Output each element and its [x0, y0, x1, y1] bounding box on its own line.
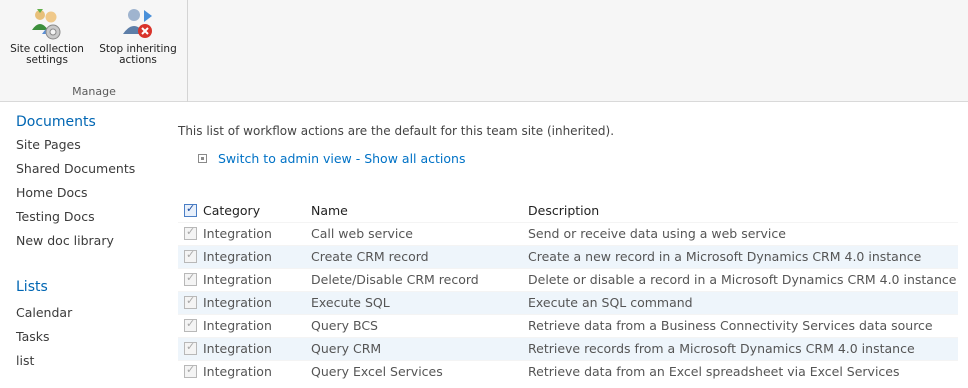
- select-all-checkbox[interactable]: [184, 202, 197, 217]
- row-name: Execute SQL: [311, 290, 528, 314]
- row-name: Delete/Disable CRM record: [311, 267, 528, 291]
- nav-item-calendar[interactable]: Calendar: [16, 305, 72, 320]
- row-category: Integration: [203, 341, 272, 356]
- switch-admin-view-label: Switch to admin view - Show all actions: [218, 151, 466, 166]
- switch-admin-view-link[interactable]: Switch to admin view - Show all actions: [198, 151, 465, 166]
- row-description: Execute an SQL command: [528, 290, 958, 314]
- header-description: Description: [528, 202, 600, 218]
- row-description: Delete or disable a record in a Microsof…: [528, 267, 958, 291]
- ribbon: Site collection settings Stop inheriting…: [0, 0, 968, 102]
- nav-item-list[interactable]: list: [16, 353, 34, 368]
- table-row: Integration Delete/Disable CRM record De…: [178, 267, 958, 291]
- expand-icon: [198, 154, 207, 163]
- row-name: Query BCS: [311, 313, 528, 337]
- row-name: Query Excel Services: [311, 359, 528, 383]
- nav-item-tasks[interactable]: Tasks: [16, 329, 50, 344]
- row-category: Integration: [203, 364, 272, 380]
- intro-text: This list of workflow actions are the de…: [178, 124, 615, 138]
- nav-item-site-pages[interactable]: Site Pages: [16, 137, 81, 152]
- row-checkbox[interactable]: [184, 317, 197, 332]
- row-checkbox[interactable]: [184, 340, 197, 355]
- workflow-actions-table: Category Name Description Integration Ca…: [178, 199, 958, 383]
- nav-item-testing-docs[interactable]: Testing Docs: [16, 209, 95, 224]
- row-category: Integration: [203, 295, 272, 310]
- row-description: Send or receive data using a web service: [528, 221, 958, 245]
- table-row: Integration Call web service Send or rec…: [178, 221, 958, 245]
- header-category: Category: [203, 202, 261, 218]
- header-name: Name: [311, 202, 348, 218]
- nav-item-shared-documents[interactable]: Shared Documents: [16, 161, 135, 176]
- table-row: Integration Query CRM Retrieve records f…: [178, 336, 958, 360]
- row-description: Create a new record in a Microsoft Dynam…: [528, 244, 958, 268]
- row-category: Integration: [203, 318, 272, 333]
- row-category: Integration: [203, 249, 272, 264]
- table-row: Integration Query BCS Retrieve data from…: [178, 313, 958, 337]
- row-checkbox[interactable]: [184, 294, 197, 309]
- row-name: Query CRM: [311, 336, 528, 360]
- row-description: Retrieve data from an Excel spreadsheet …: [528, 359, 958, 383]
- manage-group: Site collection settings Stop inheriting…: [0, 0, 188, 102]
- table-header-row: Category Name Description: [178, 199, 958, 222]
- site-collection-settings-label: Site collection settings: [10, 43, 84, 66]
- stop-inheriting-actions-label: Stop inheriting actions: [99, 43, 177, 66]
- row-name: Create CRM record: [311, 244, 528, 268]
- site-collection-settings-button[interactable]: Site collection settings: [6, 6, 88, 66]
- row-category: Integration: [203, 226, 272, 241]
- nav-item-home-docs[interactable]: Home Docs: [16, 185, 88, 200]
- stop-inheriting-actions-button[interactable]: Stop inheriting actions: [92, 6, 184, 66]
- row-checkbox[interactable]: [184, 271, 197, 286]
- table-row: Integration Query Excel Services Retriev…: [178, 359, 958, 383]
- row-description: Retrieve data from a Business Connectivi…: [528, 313, 958, 337]
- row-name: Call web service: [311, 221, 528, 245]
- table-row: Integration Execute SQL Execute an SQL c…: [178, 290, 958, 314]
- row-description: Retrieve records from a Microsoft Dynami…: [528, 336, 958, 360]
- ribbon-group-label: Manage: [72, 85, 116, 98]
- row-checkbox[interactable]: [184, 225, 197, 240]
- table-row: Integration Create CRM record Create a n…: [178, 244, 958, 268]
- nav-heading-lists[interactable]: Lists: [16, 279, 48, 295]
- stop-inheriting-icon: [118, 6, 158, 42]
- row-category: Integration: [203, 272, 272, 287]
- nav-heading-documents[interactable]: Documents: [16, 114, 96, 130]
- site-collection-settings-icon: [27, 6, 67, 42]
- nav-item-new-doc-library[interactable]: New doc library: [16, 233, 114, 248]
- row-checkbox[interactable]: [184, 248, 197, 263]
- row-checkbox[interactable]: [184, 363, 197, 379]
